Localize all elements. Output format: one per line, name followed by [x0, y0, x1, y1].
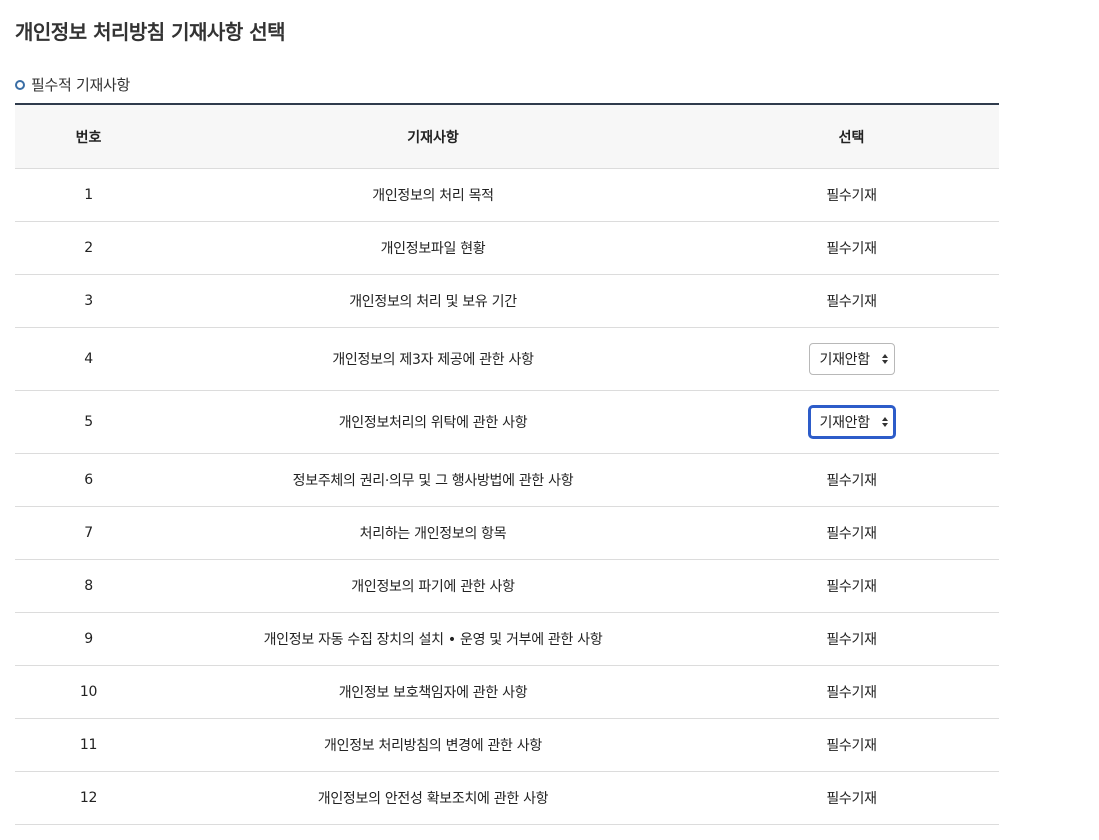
- chevron-updown-icon: [881, 417, 888, 427]
- row-item: 개인정보의 파기에 관한 사항: [162, 559, 704, 613]
- row-number: 1: [15, 168, 162, 222]
- outsourcing-select[interactable]: 기재안함: [808, 406, 895, 438]
- row-select-value: 필수기재: [704, 168, 999, 222]
- header-item: 기재사항: [162, 103, 704, 169]
- circle-bullet-icon: [15, 79, 25, 90]
- row-number: 4: [15, 327, 162, 391]
- row-item: 개인정보의 제3자 제공에 관한 사항: [162, 327, 704, 391]
- row-number: 2: [15, 221, 162, 275]
- row-select-value: 필수기재: [704, 453, 999, 507]
- row-item: 개인정보 처리방침의 변경에 관한 사항: [162, 718, 704, 772]
- row-select-cell: 기재안함: [704, 390, 999, 454]
- row-select-value: 필수기재: [704, 612, 999, 666]
- table-row: 10 개인정보 보호책임자에 관한 사항 필수기재: [15, 665, 999, 719]
- row-number: 5: [15, 390, 162, 454]
- row-item: 개인정보의 안전성 확보조치에 관한 사항: [162, 771, 704, 825]
- select-value: 기재안함: [819, 415, 871, 431]
- row-number: 9: [15, 612, 162, 666]
- row-item: 개인정보의 처리 및 보유 기간: [162, 274, 704, 328]
- row-item: 정보주체의 권리·의무 및 그 행사방법에 관한 사항: [162, 453, 704, 507]
- row-select-value: 필수기재: [704, 506, 999, 560]
- table-row: 4 개인정보의 제3자 제공에 관한 사항 기재안함: [15, 327, 999, 391]
- table-row: 2 개인정보파일 현황 필수기재: [15, 221, 999, 275]
- row-number: 7: [15, 506, 162, 560]
- header-no: 번호: [15, 103, 162, 169]
- row-number: 12: [15, 771, 162, 825]
- select-value: 기재안함: [819, 352, 871, 368]
- header-select: 선택: [704, 103, 999, 169]
- row-select-value: 필수기재: [704, 718, 999, 772]
- row-select-cell: 기재안함: [704, 327, 999, 391]
- table-row: 11 개인정보 처리방침의 변경에 관한 사항 필수기재: [15, 718, 999, 772]
- row-item: 개인정보 보호책임자에 관한 사항: [162, 665, 704, 719]
- row-number: 6: [15, 453, 162, 507]
- row-item: 개인정보의 처리 목적: [162, 168, 704, 222]
- table-row: 8 개인정보의 파기에 관한 사항 필수기재: [15, 559, 999, 613]
- row-item: 처리하는 개인정보의 항목: [162, 506, 704, 560]
- row-item: 개인정보처리의 위탁에 관한 사항: [162, 390, 704, 454]
- row-select-value: 필수기재: [704, 559, 999, 613]
- row-select-value: 필수기재: [704, 221, 999, 275]
- row-item: 개인정보파일 현황: [162, 221, 704, 275]
- table-row: 3 개인정보의 처리 및 보유 기간 필수기재: [15, 274, 999, 328]
- row-select-value: 필수기재: [704, 274, 999, 328]
- row-select-value: 필수기재: [704, 665, 999, 719]
- table-row: 12 개인정보의 안전성 확보조치에 관한 사항 필수기재: [15, 771, 999, 825]
- table-header-row: 번호 기재사항 선택: [15, 103, 999, 169]
- chevron-updown-icon: [881, 354, 888, 364]
- table-row: 7 처리하는 개인정보의 항목 필수기재: [15, 506, 999, 560]
- third-party-provision-select[interactable]: 기재안함: [808, 343, 895, 375]
- table-row: 5 개인정보처리의 위탁에 관한 사항 기재안함: [15, 390, 999, 454]
- row-number: 3: [15, 274, 162, 328]
- row-number: 10: [15, 665, 162, 719]
- table-row: 1 개인정보의 처리 목적 필수기재: [15, 168, 999, 222]
- disclosure-table: 번호 기재사항 선택 1 개인정보의 처리 목적 필수기재 2 개인정보파일 현…: [15, 103, 999, 825]
- row-item: 개인정보 자동 수집 장치의 설치 • 운영 및 거부에 관한 사항: [162, 612, 704, 666]
- row-select-value: 필수기재: [704, 771, 999, 825]
- row-number: 8: [15, 559, 162, 613]
- table-row: 6 정보주체의 권리·의무 및 그 행사방법에 관한 사항 필수기재: [15, 453, 999, 507]
- page-title: 개인정보 처리방침 기재사항 선택: [15, 20, 286, 44]
- section-title: 필수적 기재사항: [31, 76, 130, 94]
- section-heading: 필수적 기재사항: [15, 74, 130, 95]
- row-number: 11: [15, 718, 162, 772]
- table-row: 9 개인정보 자동 수집 장치의 설치 • 운영 및 거부에 관한 사항 필수기…: [15, 612, 999, 666]
